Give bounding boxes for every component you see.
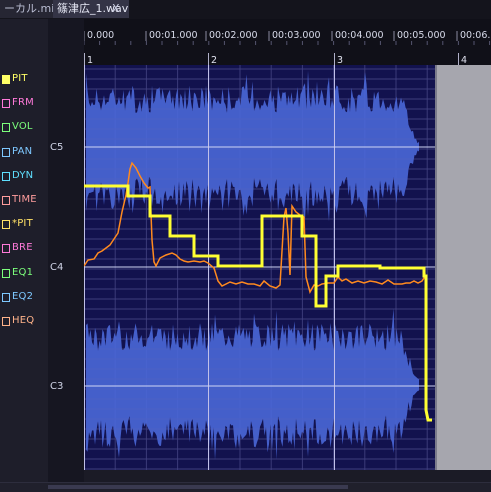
param-frm[interactable]: FRM — [0, 95, 48, 113]
bar-number: 3 — [337, 55, 343, 65]
param-checkbox[interactable] — [2, 147, 10, 157]
param-label: TIME — [12, 194, 37, 205]
param-vol[interactable]: VOL — [0, 119, 48, 137]
param-heq[interactable]: HEQ — [0, 313, 48, 331]
param-checkbox[interactable] — [2, 99, 10, 109]
param-dyn[interactable]: DYN — [0, 168, 48, 186]
ruler-graphics: 0.000 00:01.000 00:02.000 00:03.000 00:04.00… — [84, 30, 491, 65]
bar-number: 2 — [211, 55, 217, 65]
bar-number: 4 — [461, 55, 467, 65]
param-label: PIT — [12, 73, 28, 84]
param-label: PAN — [12, 145, 33, 157]
pitch-editor-canvas[interactable] — [84, 65, 491, 470]
param-alt-pit[interactable]: *PIT — [0, 216, 48, 234]
param-checkbox[interactable] — [2, 244, 10, 254]
param-label: BRE — [12, 242, 33, 254]
scrollbar-thumb[interactable] — [48, 485, 348, 489]
param-label: HEQ — [12, 315, 35, 326]
note-label-c3: C3 — [50, 381, 64, 392]
param-label: EQ2 — [12, 290, 34, 302]
param-checkbox[interactable] — [2, 268, 10, 278]
param-eq1[interactable]: EQ1 — [0, 265, 48, 283]
param-label: VOL — [12, 121, 33, 133]
param-eq2[interactable]: EQ2 — [0, 289, 48, 307]
param-label: *PIT — [12, 218, 33, 230]
param-pit[interactable]: PIT — [0, 71, 48, 89]
time-tick-label: 00:03.000 — [272, 30, 321, 41]
close-icon[interactable]: X — [112, 0, 120, 18]
param-label: FRM — [12, 97, 34, 109]
param-checkbox[interactable] — [2, 220, 10, 230]
param-label: EQ1 — [12, 266, 34, 278]
time-ruler[interactable]: 0.000 00:01.000 00:02.000 00:03.000 00:04.00… — [84, 19, 491, 65]
waveform-and-pitch — [84, 65, 491, 470]
param-pan[interactable]: PAN — [0, 144, 48, 162]
time-tick-label: 00:04.000 — [335, 30, 384, 41]
param-checkbox[interactable] — [2, 196, 10, 205]
param-checkbox[interactable] — [2, 292, 10, 302]
param-checkbox[interactable] — [2, 317, 10, 326]
note-labels — [48, 19, 84, 482]
time-tick-label: 00:01.000 — [149, 30, 198, 41]
tab-bar: ーカル.mid 篠津広_1.wav X — [0, 0, 491, 19]
time-tick-label: 0.000 — [87, 30, 114, 41]
param-bre[interactable]: BRE — [0, 240, 48, 258]
param-time[interactable]: TIME — [0, 192, 48, 210]
param-checkbox[interactable] — [2, 123, 10, 133]
param-checkbox[interactable] — [2, 75, 10, 84]
time-tick-label: 00:05.000 — [397, 30, 446, 41]
bar-number: 1 — [87, 55, 93, 65]
note-label-c5: C5 — [50, 142, 64, 153]
empty-region — [436, 65, 491, 470]
time-tick-label: 00:06.000 — [460, 30, 491, 41]
tab-midi[interactable]: ーカル.mid — [0, 0, 55, 18]
parameter-panel: PIT FRM VOL PAN DYN TIME *PIT BRE EQ1 EQ2 HEQ — [0, 19, 49, 482]
time-tick-label: 00:02.000 — [209, 30, 258, 41]
waveform-lower — [86, 308, 419, 461]
param-label: DYN — [12, 169, 34, 181]
note-label-c4: C4 — [50, 262, 64, 273]
param-checkbox[interactable] — [2, 171, 10, 181]
